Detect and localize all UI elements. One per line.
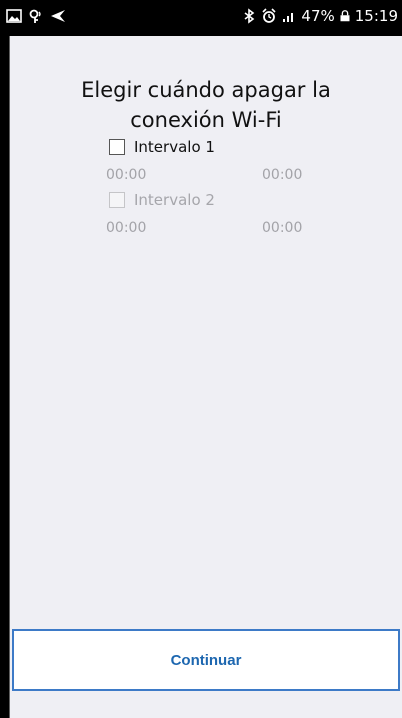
interval-2-checkbox-row[interactable]: Intervalo 2 (109, 191, 215, 209)
interval-1-checkbox[interactable] (109, 139, 125, 155)
app-screen: Elegir cuándo apagar la conexión Wi-Fi I… (9, 36, 402, 718)
continue-button[interactable]: Continuar (12, 629, 400, 691)
bluetooth-icon (244, 8, 255, 24)
interval-2-end-time[interactable]: 00:00 (262, 220, 302, 236)
page-title-line-1: Elegir cuándo apagar la (81, 78, 331, 102)
battery-percent: 47% (301, 7, 335, 25)
status-bar-left (6, 8, 66, 24)
interval-1-checkbox-row[interactable]: Intervalo 1 (109, 138, 215, 156)
interval-2-checkbox[interactable] (109, 192, 125, 208)
alarm-icon (262, 8, 276, 23)
interval-1-end-time[interactable]: 00:00 (262, 167, 302, 183)
clock: 15:19 (354, 7, 398, 25)
page-title: Elegir cuándo apagar la conexión Wi-Fi (10, 75, 402, 135)
image-icon (6, 9, 22, 23)
status-bar-right: 47% 15:19 (241, 7, 398, 25)
send-icon (51, 10, 65, 22)
interval-1-start-time[interactable]: 00:00 (106, 167, 146, 183)
continue-button-label: Continuar (170, 651, 242, 669)
interval-2-label: Intervalo 2 (134, 191, 215, 209)
vpn-key-icon (29, 9, 41, 23)
interval-2-start-time[interactable]: 00:00 (106, 220, 146, 236)
signal-icon (283, 13, 294, 22)
status-bar: 47% 15:19 (0, 0, 402, 36)
lock-icon (340, 10, 350, 22)
interval-1-label: Intervalo 1 (134, 138, 215, 156)
page-title-line-2: conexión Wi-Fi (130, 108, 282, 132)
